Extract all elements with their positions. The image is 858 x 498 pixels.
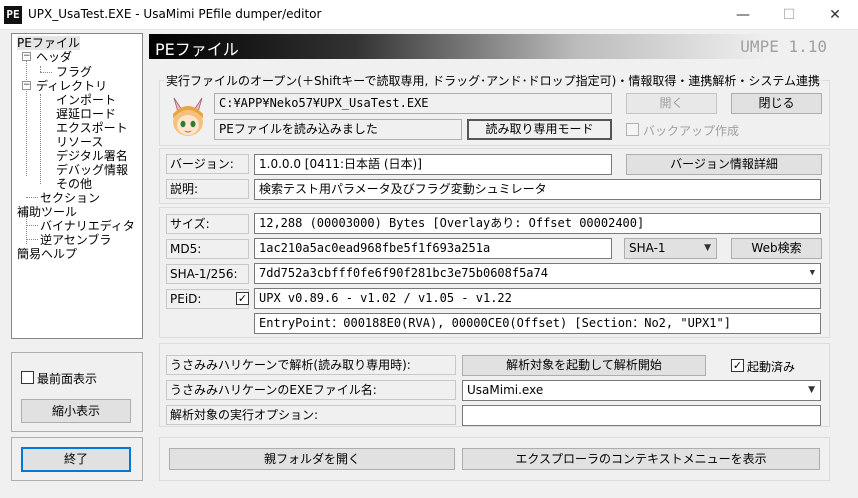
launched-label: 起動済み: [747, 360, 796, 374]
analyze-label: うさみみハリケーンで解析(読み取り専用時):: [166, 355, 456, 375]
shrink-button[interactable]: 縮小表示: [21, 399, 131, 423]
mode-badge: 読み取り専用モード: [467, 119, 612, 140]
version-label: バージョン:: [166, 154, 249, 174]
exe-name-value: UsaMimi.exe: [467, 383, 544, 397]
tree-item-help[interactable]: 簡易ヘルプ: [17, 247, 77, 261]
version-field[interactable]: 1.0.0.0 [0411:日本語 (日本)]: [254, 154, 612, 175]
topmost-checkbox[interactable]: [21, 371, 34, 384]
page-title: PEファイル: [155, 40, 239, 59]
description-field[interactable]: 検索テスト用パラメータ及びフラグ変動シュミレータ: [254, 179, 821, 200]
entrypoint-field[interactable]: EntryPoint：000188E0(RVA), 00000CE0(Offse…: [254, 313, 821, 334]
title-bar: PE UPX_UsaTest.EXE - UsaMimi PEfile dump…: [0, 0, 858, 30]
md5-field[interactable]: 1ac210a5ac0ead968fbe5f1f693a251a: [254, 238, 612, 259]
size-field[interactable]: 12,288 (00003000) Bytes [Overlayあり: Offs…: [254, 213, 821, 234]
start-analysis-button[interactable]: 解析対象を起動して解析開始: [462, 355, 706, 376]
tree-item-header[interactable]: ヘッダ: [36, 50, 72, 64]
tree-item-directory[interactable]: ディレクトリ: [36, 79, 107, 93]
tree-item-resource[interactable]: リソース: [56, 135, 103, 149]
tree-item-debug-info[interactable]: デバッグ情報: [56, 163, 128, 177]
topmost-label: 最前面表示: [37, 372, 98, 386]
minimize-icon[interactable]: —: [720, 0, 766, 30]
size-label: サイズ:: [166, 214, 249, 234]
options-label: 解析対象の実行オプション:: [166, 405, 456, 425]
file-path-field: C:¥APP¥Neko57¥UPX_UsaTest.EXE: [214, 93, 612, 114]
hash-algorithm-select[interactable]: SHA-1 ▼: [624, 238, 717, 259]
description-label: 説明:: [166, 179, 249, 199]
app-icon: PE: [4, 6, 22, 24]
view-options-panel: 最前面表示 縮小表示: [11, 352, 143, 432]
backup-label: バックアップ作成: [643, 124, 740, 138]
maximize-icon: ☐: [782, 7, 796, 23]
exe-name-select[interactable]: UsaMimi.exe ▼: [462, 380, 821, 401]
tree-item-other[interactable]: その他: [56, 177, 92, 191]
mascot-icon: [168, 94, 208, 138]
open-parent-folder-button[interactable]: 親フォルダを開く: [169, 448, 455, 470]
tree-item-section[interactable]: セクション: [40, 191, 100, 205]
launched-checkbox[interactable]: ✓: [731, 359, 744, 372]
tree-item-flags[interactable]: フラグ: [56, 65, 92, 79]
exit-button[interactable]: 終了: [21, 447, 131, 472]
peid-checkbox[interactable]: ✓: [236, 292, 249, 305]
window-title: UPX_UsaTest.EXE - UsaMimi PEfile dumper/…: [28, 7, 322, 21]
sha-select[interactable]: 7dd752a3cbfff0fe6f90f281bc3e75b0608f5a74…: [254, 263, 821, 284]
sha-label: SHA-1/256:: [166, 264, 249, 284]
tree-item-import[interactable]: インポート: [56, 93, 116, 107]
tree-item-tools[interactable]: 補助ツール: [17, 205, 77, 219]
context-menu-button[interactable]: エクスプローラのコンテキストメニューを表示: [462, 448, 820, 470]
md5-label: MD5:: [166, 239, 249, 259]
tree-item-digital-signature[interactable]: デジタル署名: [56, 149, 128, 163]
options-field[interactable]: [462, 405, 821, 426]
sha-value: 7dd752a3cbfff0fe6f90f281bc3e75b0608f5a74: [259, 266, 548, 280]
web-search-button[interactable]: Web検索: [731, 238, 822, 259]
version-badge: UMPE 1.10: [740, 37, 827, 56]
close-icon[interactable]: ✕: [812, 0, 858, 30]
exe-name-label: うさみみハリケーンのEXEファイル名:: [166, 380, 456, 400]
open-group-caption: 実行ファイルのオープン(＋Shiftキーで読取専用, ドラッグ･アンド･ドロップ…: [164, 72, 822, 89]
status-message: PEファイルを読み込みました: [214, 119, 462, 140]
page-banner: PEファイル UMPE 1.10: [149, 34, 837, 59]
tree-item-export[interactable]: エクスポート: [56, 121, 128, 135]
open-button[interactable]: 開く: [626, 93, 717, 114]
backup-checkbox[interactable]: [626, 123, 639, 136]
hash-algorithm-value: SHA-1: [629, 241, 666, 255]
tree-item-pe-file[interactable]: PEファイル: [17, 36, 80, 50]
version-detail-button[interactable]: バージョン情報詳細: [626, 154, 822, 175]
chevron-down-icon: ▼: [809, 268, 815, 278]
exit-panel: 終了: [11, 437, 143, 481]
tree-item-delay-load[interactable]: 遅延ロード: [56, 107, 116, 121]
collapse-icon[interactable]: −: [22, 81, 31, 90]
chevron-down-icon: ▼: [808, 385, 815, 395]
tree-item-disassembler[interactable]: 逆アセンブラ: [40, 233, 111, 247]
collapse-icon[interactable]: −: [22, 52, 31, 61]
peid-field[interactable]: UPX v0.89.6 - v1.02 / v1.05 - v1.22: [254, 288, 821, 309]
chevron-down-icon: ▼: [704, 243, 711, 253]
close-file-button[interactable]: 閉じる: [731, 93, 822, 114]
navigation-tree[interactable]: PEファイル − ヘッダ フラグ − ディレクトリ インポート 遅延ロード エク…: [11, 33, 143, 339]
tree-item-binary-editor[interactable]: バイナリエディタ: [40, 219, 135, 233]
